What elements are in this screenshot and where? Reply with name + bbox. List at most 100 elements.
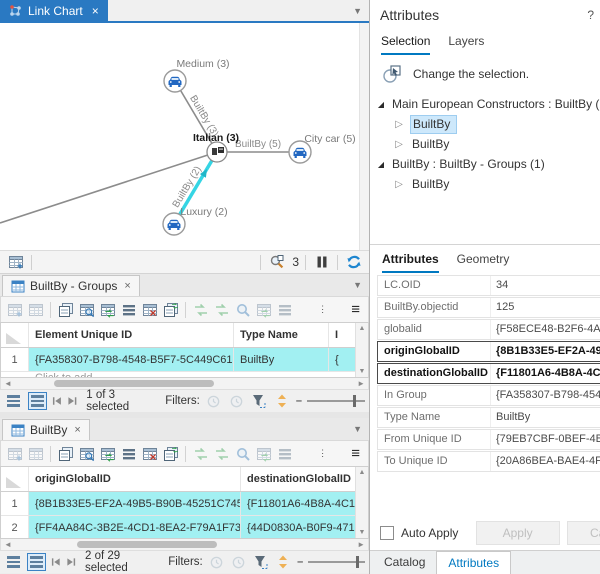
subtab-attributes[interactable]: Attributes (382, 252, 439, 273)
cell-element-unique-id[interactable]: {FA358307-B798-4548-B5F7-5C449C61B61C} (29, 348, 234, 371)
column-header[interactable]: destinationGlobalID (241, 467, 368, 491)
row-number[interactable]: 1 (1, 492, 29, 515)
go-last-icon[interactable] (66, 557, 76, 567)
selection-filter-icon[interactable] (252, 553, 269, 572)
cell-destination-globalid[interactable]: {F11801A6-4B8A-4C1D-A (241, 492, 368, 515)
expanded-icon[interactable]: ◢ (376, 160, 386, 169)
attribute-view-icon[interactable] (27, 553, 45, 571)
calculate-field-icon[interactable] (26, 300, 45, 319)
delete-selected-icon[interactable] (161, 444, 180, 463)
scroll-right-icon[interactable]: ► (357, 540, 365, 549)
delete-selected-icon[interactable] (161, 300, 180, 319)
scroll-right-icon[interactable]: ► (357, 379, 365, 388)
scrollbar-thumb[interactable] (54, 380, 214, 387)
refresh-icon[interactable] (344, 253, 363, 272)
field-value[interactable]: {8B1B33E5-EF2A-49B5-B90B (491, 345, 600, 357)
change-selection-row[interactable]: Change the selection. ▼ (370, 55, 600, 92)
cell-type-name[interactable]: BuiltBy (234, 348, 329, 371)
related-switch-icon[interactable] (254, 300, 273, 319)
table-horizontal-scrollbar[interactable]: ◄ ► (0, 378, 369, 390)
field-value[interactable]: {F58ECE48-B2F6-4A50-A86 (491, 323, 600, 335)
field-value[interactable]: 125 (491, 301, 600, 313)
scrollbar-thumb[interactable] (77, 541, 217, 548)
tree-item-label[interactable]: BuiltBy (410, 115, 457, 134)
tab-attributes[interactable]: Attributes (436, 551, 511, 574)
select-all-icon[interactable] (119, 444, 138, 463)
collapsed-icon[interactable]: ▷ (394, 139, 404, 150)
tree-item[interactable]: ▷ BuiltBy (394, 174, 600, 194)
column-header[interactable]: originGlobalID (29, 467, 241, 491)
related-forward-icon[interactable] (191, 300, 210, 319)
calculate-field-icon[interactable] (26, 444, 45, 463)
tree-item[interactable]: ▷ BuiltBy (394, 114, 600, 134)
row-number[interactable]: 1 (1, 348, 29, 371)
time-filter-icon[interactable] (205, 392, 223, 411)
tree-group[interactable]: ◢ Main European Constructors : BuiltBy (… (376, 94, 600, 114)
tab-list-caret-icon[interactable]: ▼ (353, 6, 369, 16)
attribute-view-icon[interactable] (28, 392, 47, 410)
go-first-icon[interactable] (51, 557, 61, 567)
table-menu-icon[interactable]: ≡ (351, 302, 364, 317)
select-all-corner[interactable] (1, 323, 29, 347)
scroll-left-icon[interactable]: ◄ (4, 379, 12, 388)
tab-list-caret-icon[interactable]: ▼ (353, 280, 369, 290)
field-value[interactable]: 34 (491, 279, 600, 291)
sort-updown-icon[interactable] (275, 553, 292, 572)
zoom-to-selection-icon[interactable] (77, 300, 96, 319)
field-value[interactable]: {F11801A6-4B8A-4C1D-A46 (491, 367, 600, 379)
cell-destination-globalid[interactable]: {44D0830A-B0F9-471E-B (241, 516, 368, 539)
related-forward-icon[interactable] (191, 444, 210, 463)
table-vertical-scrollbar[interactable]: ▲▼ (355, 467, 368, 538)
chart-vertical-scrollbar[interactable] (359, 23, 369, 250)
field-value[interactable]: {FA358307-B798-4548-B5F7 (491, 389, 600, 401)
table-menu-icon[interactable]: ≡ (351, 446, 364, 461)
related-back-icon[interactable] (212, 300, 231, 319)
collapsed-icon[interactable]: ▷ (394, 119, 404, 130)
overflow-dots-icon[interactable]: ⋮ (318, 448, 327, 459)
table-vertical-scrollbar[interactable]: ▲▼ (355, 323, 368, 377)
apply-button[interactable]: Apply (476, 521, 560, 545)
select-all-icon[interactable] (119, 300, 138, 319)
switch-selection-icon[interactable] (98, 444, 117, 463)
tree-item-label[interactable]: BuiltBy (410, 176, 455, 193)
scroll-up-icon[interactable]: ▲ (359, 469, 366, 476)
tab-link-chart[interactable]: Link Chart × (0, 0, 108, 21)
table-row[interactable]: 1 {FA358307-B798-4548-B5F7-5C449C61B61C}… (1, 348, 368, 372)
tab-builtby-groups[interactable]: BuiltBy - Groups × (2, 275, 140, 296)
scroll-up-icon[interactable]: ▲ (359, 325, 366, 332)
cell-origin-globalid[interactable]: {8B1B33E5-EF2A-49B5-B90B-45251C7458E6} (29, 492, 241, 515)
expanded-icon[interactable]: ◢ (376, 100, 386, 109)
related-zoom-icon[interactable] (233, 300, 252, 319)
pause-icon[interactable] (312, 253, 331, 272)
subtab-geometry[interactable]: Geometry (457, 252, 510, 273)
new-table-icon[interactable] (6, 253, 25, 272)
add-row-hint[interactable]: Click to add... (1, 372, 368, 378)
tab-layers[interactable]: Layers (448, 34, 484, 55)
node-medium[interactable] (164, 70, 186, 92)
zoom-out-icon[interactable]: – (297, 556, 303, 568)
copy-icon[interactable] (56, 300, 75, 319)
sort-updown-icon[interactable] (273, 392, 291, 411)
scroll-down-icon[interactable]: ▼ (359, 529, 366, 536)
explore-selection-icon[interactable] (267, 253, 286, 272)
range-filter-icon[interactable] (228, 392, 246, 411)
scroll-left-icon[interactable]: ◄ (4, 540, 12, 549)
time-filter-icon[interactable] (208, 553, 225, 572)
related-zoom-icon[interactable] (233, 444, 252, 463)
tree-item[interactable]: ▷ BuiltBy (394, 134, 600, 154)
zoom-to-selection-icon[interactable] (77, 444, 96, 463)
cell-origin-globalid[interactable]: {FF4AA84C-3B2E-4CD1-8EA2-F79A1F7335C5} (29, 516, 241, 539)
row-height-slider[interactable] (307, 400, 365, 402)
tab-builtby[interactable]: BuiltBy × (2, 419, 90, 440)
table-row[interactable]: 2 {FF4AA84C-3B2E-4CD1-8EA2-F79A1F7335C5}… (1, 516, 368, 539)
tab-selection[interactable]: Selection (381, 34, 430, 55)
add-field-icon[interactable] (5, 300, 24, 319)
help-icon[interactable]: ? (587, 8, 594, 22)
close-icon[interactable]: × (124, 280, 130, 292)
node-italian[interactable] (207, 142, 227, 162)
field-value[interactable]: BuiltBy (491, 411, 600, 423)
overflow-dots-icon[interactable]: ⋮ (318, 304, 327, 315)
tree-item-label[interactable]: BuiltBy (410, 136, 455, 153)
field-value[interactable]: {79EB7CBF-0BEF-4B9B-8579 (491, 433, 600, 445)
row-height-slider[interactable] (308, 561, 365, 563)
